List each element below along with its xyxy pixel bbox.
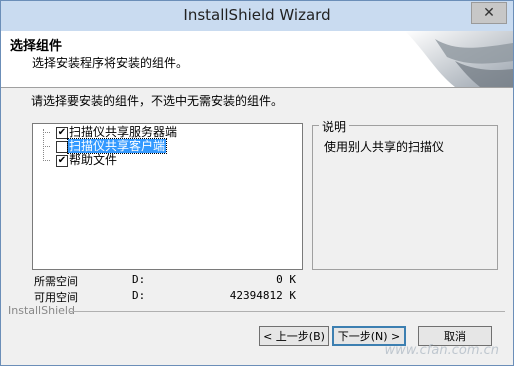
page-subtitle: 选择安装程序将安装的组件。 xyxy=(32,56,189,70)
installer-window: InstallShield Wizard ✕ 选择组件 选择安装程序将安装的组件… xyxy=(0,0,514,366)
available-space-drive: D: xyxy=(132,289,146,302)
title-bar[interactable]: InstallShield Wizard ✕ xyxy=(1,1,513,31)
available-space-label: 可用空间 xyxy=(34,291,78,304)
instruction-text: 请选择要安装的组件，不选中无需安装的组件。 xyxy=(31,94,284,108)
tree-connector xyxy=(43,160,50,161)
close-button[interactable]: ✕ xyxy=(471,2,507,24)
checkmark-icon: ✔ xyxy=(57,155,67,166)
close-icon: ✕ xyxy=(483,5,495,21)
page-title: 选择组件 xyxy=(10,39,63,54)
back-button[interactable]: < 上一步(B) xyxy=(259,326,329,346)
tree-connector xyxy=(43,132,50,133)
component-checkbox-client[interactable] xyxy=(56,141,68,153)
component-label-help[interactable]: 帮助文件 xyxy=(69,153,117,167)
checkmark-icon: ✔ xyxy=(57,127,67,138)
tree-connector xyxy=(43,129,44,161)
installshield-brand: InstallShield xyxy=(8,304,75,317)
required-space-value: 0 K xyxy=(276,273,296,286)
component-label-server[interactable]: 扫描仪共享服务器端 xyxy=(69,125,177,139)
header-panel: 选择组件 选择安装程序将安装的组件。 xyxy=(1,31,513,88)
banner-art-icon xyxy=(405,31,513,87)
required-space-label: 所需空间 xyxy=(34,275,78,288)
component-tree[interactable]: ✔ 扫描仪共享服务器端 扫描仪共享客户端 ✔ 帮助文件 xyxy=(32,123,303,270)
available-space-value: 42394812 K xyxy=(229,289,296,302)
watermark-text: www.cfan.com.cn xyxy=(384,343,499,358)
description-text: 使用别人共享的扫描仪 xyxy=(324,140,445,154)
brand-divider xyxy=(69,311,505,312)
required-space-drive: D: xyxy=(132,273,146,286)
component-checkbox-help[interactable]: ✔ xyxy=(56,155,68,167)
component-checkbox-server[interactable]: ✔ xyxy=(56,127,68,139)
tree-connector xyxy=(43,146,50,147)
description-legend: 说明 xyxy=(319,118,350,135)
component-label-client[interactable]: 扫描仪共享客户端 xyxy=(66,138,168,154)
window-title: InstallShield Wizard xyxy=(183,6,331,24)
